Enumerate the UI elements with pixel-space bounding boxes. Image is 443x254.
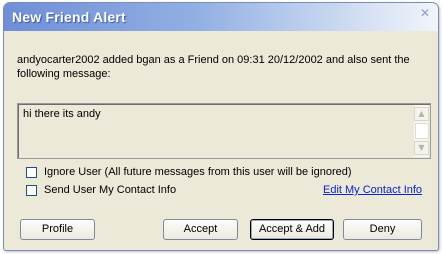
- message-textbox[interactable]: hi there its andy ▲ ▼: [17, 103, 431, 159]
- window-title: New Friend Alert: [12, 9, 126, 25]
- send-contact-label: Send User My Contact Info: [44, 184, 177, 196]
- ignore-user-option[interactable]: Ignore User (All future messages from th…: [26, 165, 352, 179]
- new-friend-alert-dialog: New Friend Alert ✕ andyocarter2002 added…: [3, 2, 439, 251]
- close-icon[interactable]: ✕: [420, 6, 430, 20]
- edit-contact-info-link[interactable]: Edit My Contact Info: [323, 184, 422, 196]
- scroll-down-icon[interactable]: ▼: [414, 141, 429, 155]
- scroll-thumb[interactable]: [415, 123, 429, 139]
- profile-button[interactable]: Profile: [20, 219, 95, 240]
- scroll-up-icon[interactable]: ▲: [414, 107, 429, 121]
- accept-button[interactable]: Accept: [163, 219, 238, 240]
- ignore-user-label: Ignore User (All future messages from th…: [44, 166, 352, 178]
- alert-description: andyocarter2002 added bgan as a Friend o…: [17, 54, 410, 80]
- accept-and-add-button[interactable]: Accept & Add: [250, 219, 334, 240]
- send-contact-option[interactable]: Send User My Contact Info: [26, 183, 176, 197]
- ignore-user-checkbox[interactable]: [26, 166, 37, 178]
- message-scrollbar[interactable]: ▲ ▼: [414, 105, 429, 157]
- title-bar[interactable]: New Friend Alert ✕: [4, 3, 438, 31]
- send-contact-checkbox[interactable]: [26, 184, 37, 196]
- deny-button[interactable]: Deny: [343, 219, 422, 240]
- message-text: hi there its andy: [23, 108, 101, 120]
